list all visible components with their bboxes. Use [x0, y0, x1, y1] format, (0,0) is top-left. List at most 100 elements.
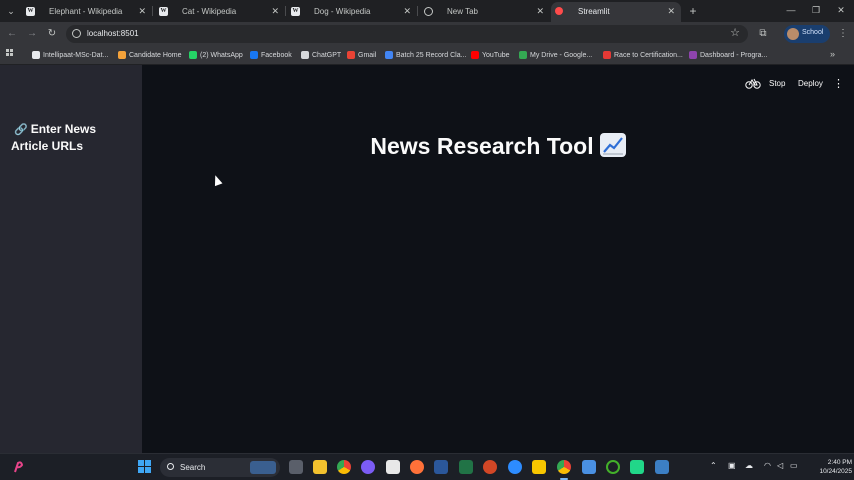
- wifi-icon[interactable]: ◠: [764, 461, 771, 470]
- chart-increasing-icon: [599, 133, 626, 157]
- tab-title: Cat - Wikipedia: [182, 7, 237, 16]
- youtube-icon: [471, 51, 479, 59]
- tray-chevron-icon[interactable]: ⌃: [710, 461, 717, 470]
- reload-icon[interactable]: ↻: [45, 27, 59, 41]
- bookmark-label: Facebook: [261, 52, 292, 59]
- tab-cat-wikipedia[interactable]: W Cat - Wikipedia ✕: [155, 2, 285, 22]
- bookmark-label: (2) WhatsApp: [200, 52, 243, 59]
- race-icon: [603, 51, 611, 59]
- close-window-icon[interactable]: ✕: [834, 3, 848, 17]
- record-icon: [385, 51, 393, 59]
- close-icon[interactable]: ✕: [271, 2, 279, 20]
- apps-grid-icon[interactable]: [6, 49, 16, 59]
- battery-icon[interactable]: ▭: [790, 461, 798, 470]
- file-explorer-icon[interactable]: [313, 460, 327, 474]
- extensions-icon[interactable]: ⧉: [756, 27, 770, 41]
- clock-date: 10/24/2025: [819, 468, 852, 475]
- site-info-icon[interactable]: [72, 29, 81, 38]
- close-icon[interactable]: ✕: [667, 2, 675, 20]
- copilot-icon[interactable]: [361, 460, 375, 474]
- pycharm-icon[interactable]: [630, 460, 644, 474]
- tab-separator: [417, 6, 418, 16]
- bookmark-item[interactable]: My Drive - Google...: [519, 49, 592, 62]
- bookmark-label: Gmail: [358, 52, 377, 59]
- close-icon[interactable]: ✕: [403, 2, 411, 20]
- anaconda-icon[interactable]: [606, 460, 620, 474]
- menu-kebab-icon[interactable]: ⋮: [836, 27, 850, 41]
- globe-icon: [424, 7, 433, 16]
- bookmark-item[interactable]: Intellipaat-MSc-Dat...: [32, 49, 108, 62]
- candidate-icon: [118, 51, 126, 59]
- search-placeholder: Search: [180, 463, 206, 472]
- bookmark-item[interactable]: ChatGPT: [301, 49, 341, 62]
- streamlit-icon: [555, 7, 563, 15]
- tab-title: Dog - Wikipedia: [314, 7, 371, 16]
- bookmark-item[interactable]: Dashboard - Progra...: [689, 49, 767, 62]
- forward-icon[interactable]: →: [25, 27, 39, 41]
- tab-streamlit[interactable]: Streamlit ✕: [551, 2, 681, 22]
- bookmark-label: YouTube: [482, 52, 510, 59]
- streamlit-main: News Research Tool: [142, 65, 854, 453]
- bookmark-item[interactable]: Candidate Home: [118, 49, 182, 62]
- excel-icon[interactable]: [459, 460, 473, 474]
- volume-icon[interactable]: ◁: [777, 461, 783, 470]
- bookmark-label: Batch 25 Record Cla...: [396, 52, 467, 59]
- tab-search-icon[interactable]: ⌄: [4, 4, 18, 18]
- bookmark-item[interactable]: YouTube: [471, 49, 510, 62]
- back-icon[interactable]: ←: [5, 27, 19, 41]
- chatgpt-icon: [301, 51, 309, 59]
- wikipedia-icon: W: [26, 7, 35, 16]
- clock-time: 2:40 PM: [827, 459, 852, 466]
- search-highlight-icon: [250, 461, 276, 474]
- tab-separator: [285, 6, 286, 16]
- bookmark-item[interactable]: Batch 25 Record Cla...: [385, 49, 466, 62]
- notepad-icon[interactable]: [582, 460, 596, 474]
- chrome-profile-icon[interactable]: [557, 460, 571, 474]
- avatar: [787, 28, 799, 40]
- bookmark-star-icon[interactable]: ☆: [730, 26, 740, 39]
- task-view-icon[interactable]: [289, 460, 303, 474]
- restore-icon[interactable]: ❐: [809, 3, 823, 17]
- address-bar[interactable]: localhost:8501 ☆: [66, 25, 748, 43]
- minimize-icon[interactable]: —: [784, 3, 798, 17]
- bookmark-item[interactable]: Gmail: [347, 49, 376, 62]
- gmail-icon: [347, 51, 355, 59]
- tab-title: New Tab: [447, 7, 478, 16]
- powerpoint-icon[interactable]: [483, 460, 497, 474]
- browser-tab-strip: ⌄ W Elephant - Wikipedia ✕ W Cat - Wikip…: [0, 0, 854, 22]
- stop-button[interactable]: Stop: [769, 76, 785, 92]
- tray-device-icon[interactable]: ▣: [728, 461, 736, 470]
- close-icon[interactable]: ✕: [138, 2, 146, 20]
- tab-elephant-wikipedia[interactable]: W Elephant - Wikipedia ✕: [22, 2, 152, 22]
- main-menu-kebab-icon[interactable]: ⋮: [833, 76, 844, 92]
- tab-new-tab[interactable]: New Tab ✕: [420, 2, 550, 22]
- link-icon: 🔗: [14, 124, 28, 136]
- more-bookmarks-icon[interactable]: »: [830, 49, 835, 59]
- profile-button[interactable]: School: [784, 25, 830, 43]
- taskbar-search[interactable]: Search: [160, 458, 280, 477]
- bookmark-label: ChatGPT: [312, 52, 342, 59]
- widgets-icon[interactable]: [12, 460, 26, 474]
- snipping-tool-icon[interactable]: [655, 460, 669, 474]
- chrome-icon[interactable]: [337, 460, 351, 474]
- store-icon[interactable]: [386, 460, 400, 474]
- bookmark-item[interactable]: (2) WhatsApp: [189, 49, 243, 62]
- bookmark-item[interactable]: Facebook: [250, 49, 292, 62]
- tab-dog-wikipedia[interactable]: W Dog - Wikipedia ✕: [287, 2, 417, 22]
- system-clock[interactable]: 2:40 PM 10/24/2025: [806, 458, 852, 476]
- bookmark-label: Candidate Home: [129, 52, 182, 59]
- github-icon: [32, 51, 40, 59]
- firefox-icon[interactable]: [410, 460, 424, 474]
- bookmark-item[interactable]: Race to Certification...: [603, 49, 683, 62]
- new-tab-button[interactable]: +: [686, 3, 700, 19]
- zoom-icon[interactable]: [508, 460, 522, 474]
- word-icon[interactable]: [434, 460, 448, 474]
- url-text[interactable]: localhost:8501: [87, 28, 139, 40]
- deploy-button[interactable]: Deploy: [798, 76, 823, 92]
- power-bi-icon[interactable]: [532, 460, 546, 474]
- close-icon[interactable]: ✕: [536, 2, 544, 20]
- page-title-text: News Research Tool: [370, 133, 594, 159]
- bookmark-label: Dashboard - Progra...: [700, 52, 768, 59]
- start-button[interactable]: [138, 460, 152, 474]
- onedrive-icon[interactable]: ☁: [745, 461, 753, 470]
